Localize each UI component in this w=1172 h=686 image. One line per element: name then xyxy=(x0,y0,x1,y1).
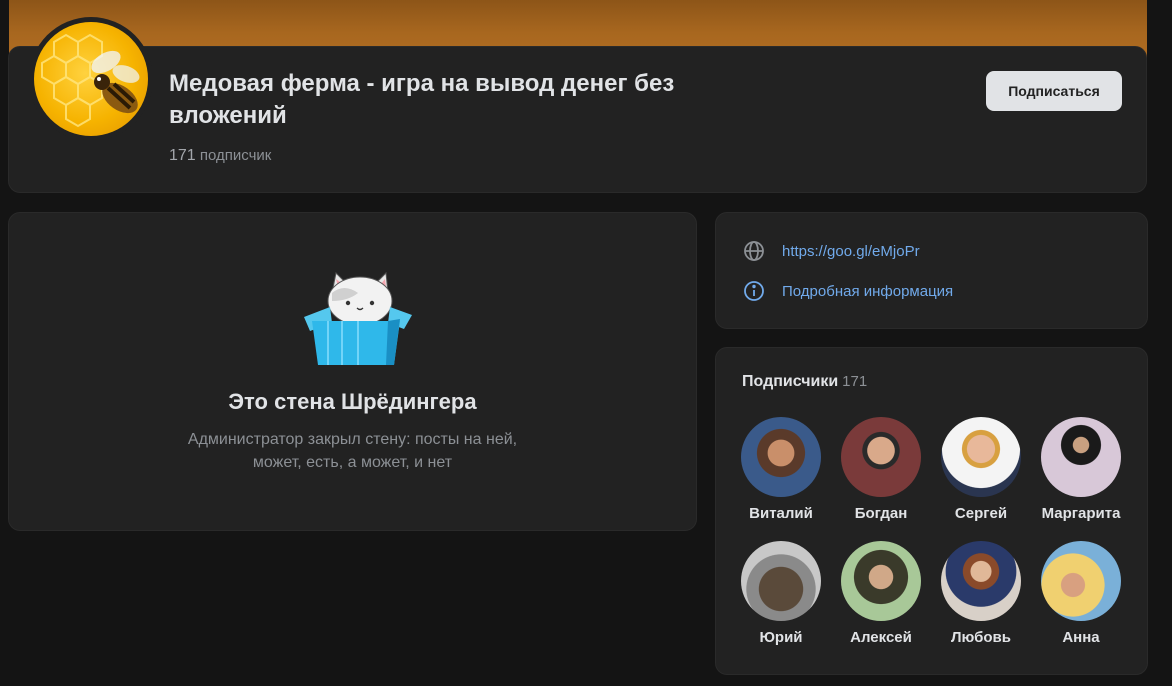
info-icon xyxy=(744,281,764,301)
avatar xyxy=(941,541,1021,621)
subscriber-count[interactable]: 171 подписчик xyxy=(169,147,271,165)
avatar xyxy=(1041,417,1121,497)
subscribers-title: Подписчики xyxy=(742,373,839,390)
avatar xyxy=(841,417,921,497)
cat-in-box-icon xyxy=(302,271,412,371)
member-name: Сергей xyxy=(954,505,1008,522)
member-card[interactable]: Любовь xyxy=(931,541,1031,646)
subscriber-count-word: подписчик xyxy=(199,147,272,164)
member-name: Маргарита xyxy=(1041,505,1121,522)
subscribers-header[interactable]: Подписчики 171 xyxy=(742,373,867,391)
member-card[interactable]: Богдан xyxy=(831,417,931,522)
avatar xyxy=(741,541,821,621)
member-card[interactable]: Виталий xyxy=(731,417,831,522)
details-link[interactable]: Подробная информация xyxy=(782,283,953,300)
group-avatar[interactable] xyxy=(29,17,153,141)
avatar xyxy=(741,417,821,497)
avatar xyxy=(941,417,1021,497)
member-card[interactable]: Юрий xyxy=(731,541,831,646)
wall-title: Это стена Шрёдингера xyxy=(228,389,477,414)
member-card[interactable]: Сергей xyxy=(931,417,1031,522)
member-name: Богдан xyxy=(854,505,908,522)
member-name: Виталий xyxy=(749,505,813,522)
details-row[interactable]: Подробная информация xyxy=(742,279,953,303)
closed-wall-card: Это стена Шрёдингера Администратор закры… xyxy=(8,212,697,531)
links-card: https://goo.gl/eMjoPr Подробная информац… xyxy=(715,212,1148,329)
group-title: Медовая ферма - игра на вывод денег без … xyxy=(169,70,675,129)
subscriber-count-number: 171 xyxy=(169,147,196,164)
member-card[interactable]: Алексей xyxy=(831,541,931,646)
subscribe-button[interactable]: Подписаться xyxy=(986,71,1122,111)
wall-description: Администратор закрыл стену: посты на ней… xyxy=(187,431,518,471)
avatar xyxy=(841,541,921,621)
website-link[interactable]: https://goo.gl/eMjoPr xyxy=(782,243,920,260)
member-card[interactable]: Маргарита xyxy=(1031,417,1131,522)
subscribers-card: Подписчики 171 Виталий Богдан Сергей Марг… xyxy=(715,347,1148,675)
member-name: Юрий xyxy=(759,629,803,646)
website-row[interactable]: https://goo.gl/eMjoPr xyxy=(742,239,920,263)
member-card[interactable]: Анна xyxy=(1031,541,1131,646)
member-name: Любовь xyxy=(950,629,1011,646)
member-name: Анна xyxy=(1062,629,1100,646)
honeycomb-bee-icon xyxy=(34,22,148,136)
globe-icon xyxy=(744,241,764,261)
member-name: Алексей xyxy=(850,629,912,646)
subscribers-count: 171 xyxy=(842,373,868,390)
avatar xyxy=(1041,541,1121,621)
